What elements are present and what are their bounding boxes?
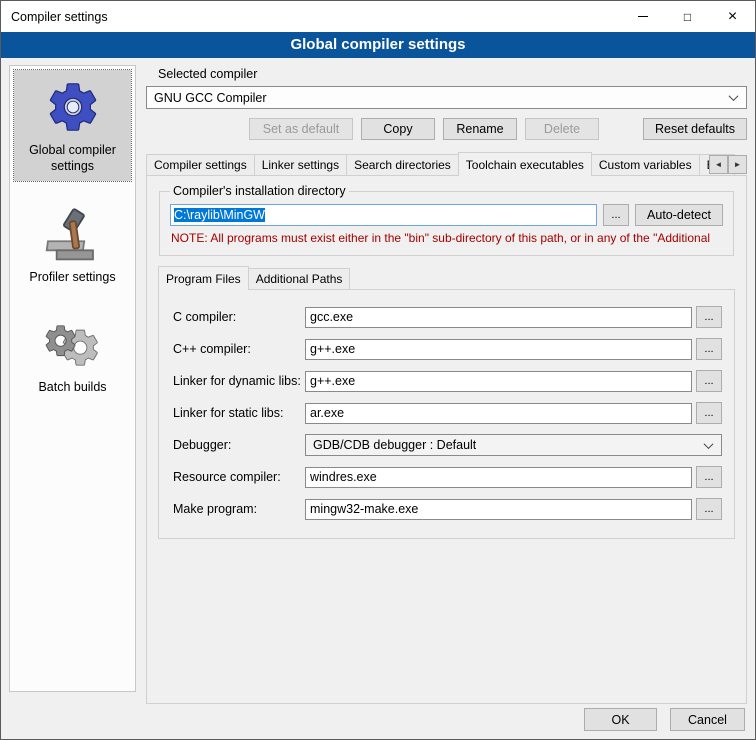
c-compiler-input[interactable] xyxy=(305,307,692,328)
cancel-button[interactable]: Cancel xyxy=(670,708,745,731)
make-program-row: Make program: ... xyxy=(173,498,722,520)
maximize-icon: □ xyxy=(684,10,691,24)
tab-search-directories[interactable]: Search directories xyxy=(346,154,459,175)
settings-category-list: Global compiler settings Profiler settin… xyxy=(9,65,136,692)
cpp-compiler-browse-button[interactable]: ... xyxy=(696,338,722,360)
selected-compiler-select[interactable]: GNU GCC Compiler xyxy=(146,86,747,109)
make-program-browse-button[interactable]: ... xyxy=(696,498,722,520)
sidebar-item-batch-builds[interactable]: Batch builds xyxy=(14,307,131,401)
sidebar-item-label: Profiler settings xyxy=(16,269,129,285)
chevron-down-icon xyxy=(704,439,714,449)
dynamic-linker-input[interactable] xyxy=(305,371,692,392)
c-compiler-label: C compiler: xyxy=(173,310,305,324)
close-button[interactable]: × xyxy=(710,1,755,32)
resource-compiler-label: Resource compiler: xyxy=(173,470,305,484)
installation-directory-group: Compiler's installation directory C:\ray… xyxy=(159,184,734,256)
resource-compiler-row: Resource compiler: ... xyxy=(173,466,722,488)
install-dir-selected-text: C:\raylib\MinGW xyxy=(174,208,265,222)
tab-compiler-settings[interactable]: Compiler settings xyxy=(146,154,255,175)
tab-additional-paths[interactable]: Additional Paths xyxy=(248,268,351,289)
installation-directory-row: C:\raylib\MinGW ... Auto-detect xyxy=(170,204,723,226)
tab-scroll-right-icon[interactable]: ► xyxy=(728,155,747,174)
installation-directory-legend: Compiler's installation directory xyxy=(170,184,349,198)
profiler-tool-icon xyxy=(44,205,102,263)
install-dir-browse-button[interactable]: ... xyxy=(603,204,629,226)
cpp-compiler-input[interactable] xyxy=(305,339,692,360)
resource-compiler-browse-button[interactable]: ... xyxy=(696,466,722,488)
tab-scroll-buttons: ◄ ► xyxy=(709,155,747,174)
c-compiler-browse-button[interactable]: ... xyxy=(696,306,722,328)
dynamic-linker-browse-button[interactable]: ... xyxy=(696,370,722,392)
program-files-tabstrip: Program Files Additional Paths xyxy=(158,268,736,289)
gray-gears-icon xyxy=(42,315,104,373)
make-program-label: Make program: xyxy=(173,502,305,516)
set-as-default-button: Set as default xyxy=(249,118,353,140)
delete-button: Delete xyxy=(525,118,599,140)
sidebar-item-profiler-settings[interactable]: Profiler settings xyxy=(14,197,131,291)
tab-program-files[interactable]: Program Files xyxy=(158,266,249,290)
tab-scroll-left-icon[interactable]: ◄ xyxy=(709,155,728,174)
dynamic-linker-label: Linker for dynamic libs: xyxy=(173,374,305,388)
minimize-button[interactable] xyxy=(620,1,665,32)
compiler-actions: Set as default Copy Rename Delete Reset … xyxy=(146,118,747,140)
titlebar[interactable]: Compiler settings □ × xyxy=(1,1,755,32)
page-title: Global compiler settings xyxy=(1,32,755,58)
static-linker-row: Linker for static libs: ... xyxy=(173,402,722,424)
main-content: Selected compiler GNU GCC Compiler Set a… xyxy=(146,65,747,739)
auto-detect-button[interactable]: Auto-detect xyxy=(635,204,723,226)
debugger-select[interactable]: GDB/CDB debugger : Default xyxy=(305,434,722,456)
debugger-value: GDB/CDB debugger : Default xyxy=(313,438,476,452)
reset-defaults-button[interactable]: Reset defaults xyxy=(643,118,747,140)
toolchain-executables-panel: Compiler's installation directory C:\ray… xyxy=(146,175,747,704)
program-files-panel: C compiler: ... C++ compiler: ... Linker… xyxy=(158,289,735,539)
tab-custom-variables[interactable]: Custom variables xyxy=(591,154,700,175)
static-linker-input[interactable] xyxy=(305,403,692,424)
cpp-compiler-row: C++ compiler: ... xyxy=(173,338,722,360)
debugger-label: Debugger: xyxy=(173,438,305,452)
selected-compiler-label: Selected compiler xyxy=(158,67,747,81)
dialog-footer: OK Cancel xyxy=(584,708,745,731)
install-dir-input[interactable]: C:\raylib\MinGW xyxy=(170,204,597,226)
dynamic-linker-row: Linker for dynamic libs: ... xyxy=(173,370,722,392)
cpp-compiler-label: C++ compiler: xyxy=(173,342,305,356)
c-compiler-row: C compiler: ... xyxy=(173,306,722,328)
minimize-icon xyxy=(638,16,648,17)
static-linker-browse-button[interactable]: ... xyxy=(696,402,722,424)
dialog-body: Global compiler settings Profiler settin… xyxy=(1,58,755,739)
settings-tabstrip: Compiler settings Linker settings Search… xyxy=(146,153,747,175)
copy-button[interactable]: Copy xyxy=(361,118,435,140)
chevron-down-icon xyxy=(729,91,739,101)
debugger-row: Debugger: GDB/CDB debugger : Default xyxy=(173,434,722,456)
make-program-input[interactable] xyxy=(305,499,692,520)
blue-gear-icon xyxy=(44,78,102,136)
close-icon: × xyxy=(728,8,737,26)
maximize-button[interactable]: □ xyxy=(665,1,710,32)
sidebar-item-label: Batch builds xyxy=(16,379,129,395)
tab-linker-settings[interactable]: Linker settings xyxy=(254,154,347,175)
rename-button[interactable]: Rename xyxy=(443,118,517,140)
ok-button[interactable]: OK xyxy=(584,708,657,731)
bin-subdirectory-note: NOTE: All programs must exist either in … xyxy=(171,231,722,245)
sidebar-item-global-compiler-settings[interactable]: Global compiler settings xyxy=(14,70,131,181)
selected-compiler-value: GNU GCC Compiler xyxy=(154,91,267,105)
window-title: Compiler settings xyxy=(1,10,620,24)
sidebar-item-label: Global compiler settings xyxy=(16,142,129,175)
compiler-settings-dialog: Compiler settings □ × Global compiler se… xyxy=(0,0,756,740)
static-linker-label: Linker for static libs: xyxy=(173,406,305,420)
resource-compiler-input[interactable] xyxy=(305,467,692,488)
tab-toolchain-executables[interactable]: Toolchain executables xyxy=(458,152,592,176)
